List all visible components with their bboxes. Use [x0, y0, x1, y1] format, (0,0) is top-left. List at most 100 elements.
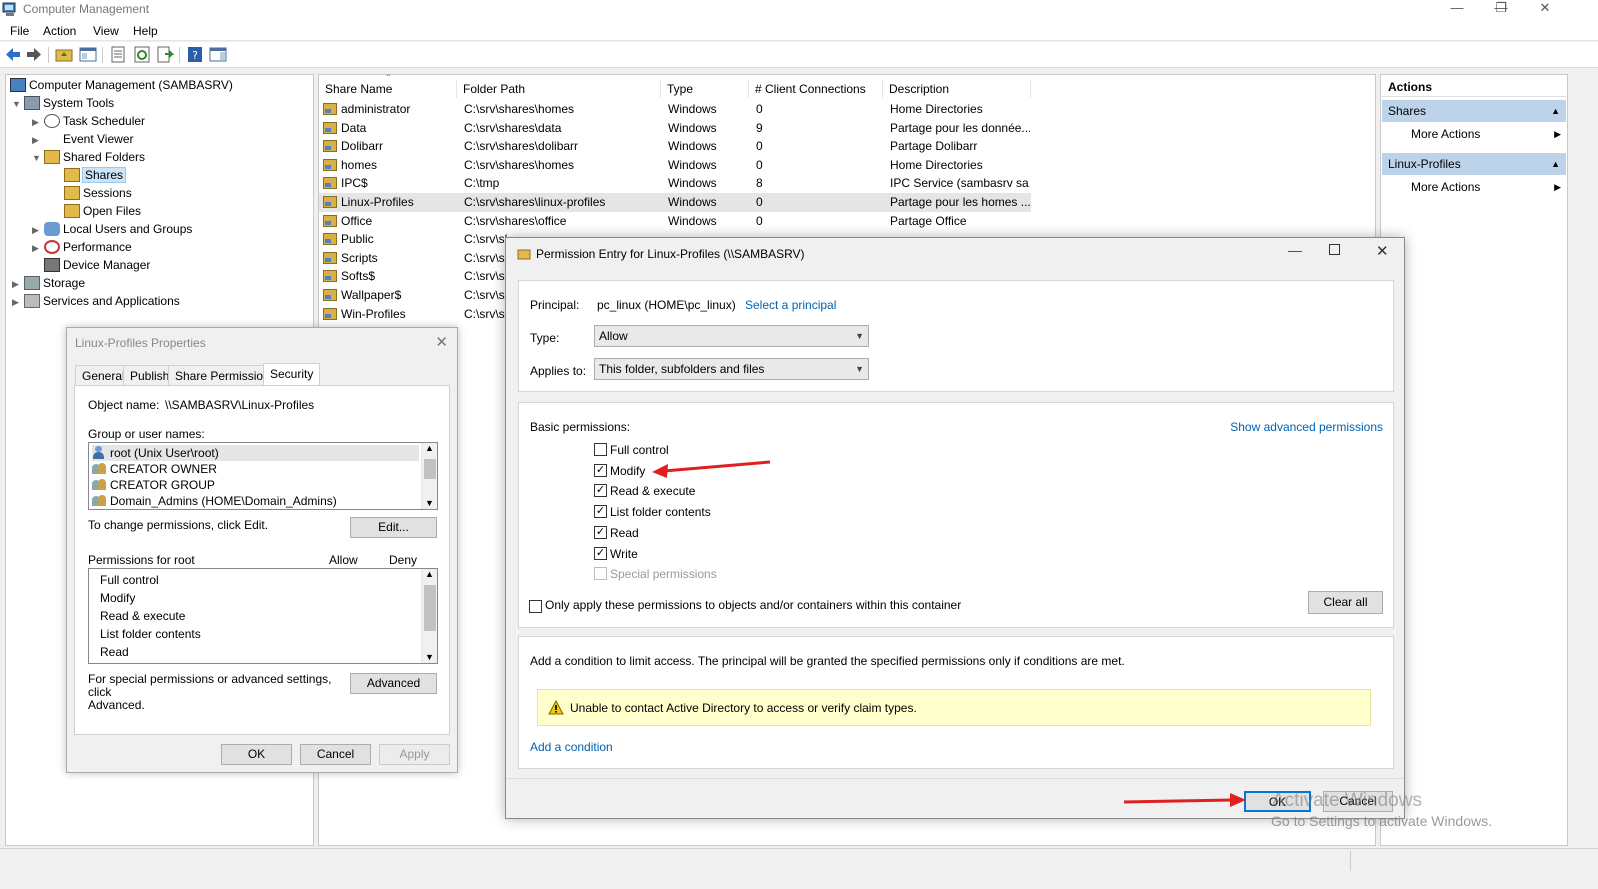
tree-item-open-files[interactable]: Open Files [64, 202, 141, 220]
scroll-up-icon[interactable]: ▲ [425, 569, 434, 579]
scroll-thumb[interactable] [424, 459, 436, 479]
scroll-thumb[interactable] [424, 585, 436, 631]
show-hide-tree-icon[interactable] [79, 46, 97, 63]
special-text-line2: Advanced. [88, 698, 145, 712]
tree-item-shares[interactable]: Shares [64, 166, 127, 184]
scrollbar[interactable]: ▲ ▼ [421, 443, 437, 509]
column-header-share-name[interactable]: Share Name [319, 80, 457, 98]
cell-text: homes [341, 157, 378, 172]
permission-checkbox[interactable]: ✓ [594, 525, 607, 539]
apply-button[interactable]: Apply [379, 744, 450, 765]
scroll-down-icon[interactable]: ▼ [425, 498, 434, 508]
annotation-arrow-modify-icon [652, 460, 771, 478]
permission-checkbox[interactable]: ✓ [594, 484, 607, 498]
menu-help[interactable]: Help [133, 24, 158, 38]
tree-item-performance[interactable]: ▶ Performance [32, 238, 132, 256]
chevron-right-icon[interactable]: ▶ [12, 293, 24, 311]
up-folder-icon[interactable] [55, 46, 73, 63]
chevron-right-icon[interactable]: ▶ [32, 221, 44, 239]
forward-icon[interactable] [25, 46, 43, 63]
select-principal-link[interactable]: Select a principal [745, 298, 836, 312]
chevron-right-icon[interactable]: ▶ [32, 113, 44, 131]
refresh-icon[interactable] [133, 46, 151, 63]
tree-item-label: Computer Management (SAMBASRV) [29, 78, 233, 92]
tree-item-system-tools[interactable]: ▼ System Tools [12, 94, 114, 112]
list-item[interactable]: CREATOR OWNER [92, 461, 217, 477]
properties-icon[interactable] [109, 46, 127, 63]
menu-view[interactable]: View [93, 24, 119, 38]
warning-icon [548, 700, 564, 715]
cancel-button[interactable]: Cancel [300, 744, 371, 765]
list-item[interactable]: Domain_Admins (HOME\Domain_Admins) [92, 493, 337, 509]
table-row[interactable]: Office C:\srv\shares\office Windows 0 Partag… [319, 212, 1031, 231]
add-condition-link[interactable]: Add a condition [530, 740, 613, 754]
advanced-button[interactable]: Advanced [350, 673, 437, 694]
back-icon[interactable] [4, 46, 22, 63]
tree-item-task-scheduler[interactable]: ▶ Task Scheduler [32, 112, 145, 130]
scroll-up-icon[interactable]: ▲ [425, 443, 434, 453]
column-header-description[interactable]: Description [883, 80, 1031, 98]
export-list-icon[interactable] [156, 46, 174, 63]
collapse-up-icon[interactable]: ▲ [1551, 153, 1560, 175]
close-icon[interactable]: ✕ [435, 333, 448, 351]
column-header-folder-path[interactable]: Folder Path [457, 80, 661, 98]
type-select[interactable]: Allow ▼ [594, 325, 869, 347]
menu-action[interactable]: Action [43, 24, 76, 38]
user-listbox[interactable]: root (Unix User\root) CREATOR OWNER CREA… [88, 442, 438, 510]
maximize-icon[interactable] [1329, 244, 1340, 255]
scrollbar[interactable]: ▲ ▼ [421, 569, 437, 663]
chevron-right-icon[interactable]: ▶ [12, 275, 24, 293]
table-row[interactable]: Dolibarr C:\srv\shares\dolibarr Windows 0 Pa… [319, 137, 1031, 156]
more-actions-label: More Actions [1411, 180, 1481, 194]
basic-permissions-label: Basic permissions: [530, 420, 631, 434]
menu-file[interactable]: File [10, 24, 29, 38]
minimize-window-button[interactable]: — [1434, 0, 1480, 20]
actions-section-shares[interactable]: Shares ▲ [1382, 100, 1566, 122]
actions-section-linux-profiles[interactable]: Linux-Profiles ▲ [1382, 153, 1566, 175]
collapse-up-icon[interactable]: ▲ [1551, 100, 1560, 122]
actions-more-actions[interactable]: More Actions ▶ [1411, 176, 1561, 198]
users-icon [44, 222, 60, 236]
list-item[interactable]: root (Unix User\root) [92, 445, 419, 461]
tree-item-root[interactable]: Computer Management (SAMBASRV) [10, 76, 233, 94]
close-icon[interactable]: ✕ [1376, 242, 1389, 260]
restore-window-button[interactable]: ❐ [1478, 0, 1524, 20]
table-row[interactable]: administrator C:\srv\shares\homes Windows 0… [319, 100, 1031, 119]
tree-item-storage[interactable]: ▶ Storage [12, 274, 85, 292]
edit-button[interactable]: Edit... [350, 517, 437, 538]
help-icon[interactable]: ? [186, 46, 204, 63]
list-item[interactable]: CREATOR GROUP [92, 477, 215, 493]
minimize-icon[interactable]: — [1288, 242, 1302, 258]
action-pane-icon[interactable] [209, 46, 227, 63]
chevron-down-icon[interactable]: ▼ [32, 149, 44, 167]
permission-checkbox[interactable]: ✓ [594, 463, 607, 477]
tree-item-sessions[interactable]: Sessions [64, 184, 132, 202]
chevron-right-icon[interactable]: ▶ [32, 239, 44, 257]
ok-button[interactable]: OK [221, 744, 292, 765]
tree-item-event-viewer[interactable]: ▶ Event Viewer [32, 130, 133, 148]
table-row[interactable]: IPC$ C:\tmp Windows 8 IPC Service (sambasrv … [319, 174, 1031, 193]
table-row[interactable]: homes C:\srv\shares\homes Windows 0 Home Dir… [319, 156, 1031, 175]
permission-checkbox[interactable] [594, 443, 607, 456]
show-advanced-permissions-link[interactable]: Show advanced permissions [1230, 420, 1383, 434]
close-window-button[interactable]: ✕ [1522, 0, 1568, 20]
chevron-right-icon[interactable]: ▶ [32, 131, 44, 149]
chevron-down-icon[interactable]: ▼ [12, 95, 24, 113]
tab-security[interactable]: Security [263, 363, 321, 386]
tree-item-services[interactable]: ▶ Services and Applications [12, 292, 180, 310]
tree-item-device-manager[interactable]: Device Manager [44, 256, 150, 274]
permission-checkbox[interactable]: ✓ [594, 546, 607, 560]
clear-all-button[interactable]: Clear all [1308, 591, 1383, 614]
tree-item-local-users[interactable]: ▶ Local Users and Groups [32, 220, 192, 238]
tree-item-shared-folders[interactable]: ▼ Shared Folders [32, 148, 145, 166]
column-header-connections[interactable]: # Client Connections [749, 80, 883, 98]
only-apply-checkbox[interactable] [529, 600, 542, 613]
applies-to-select[interactable]: This folder, subfolders and files ▼ [594, 358, 869, 380]
table-row[interactable]: Linux-Profiles C:\srv\shares\linux-profil… [319, 193, 1031, 212]
permission-checkbox-label: Special permissions [610, 567, 717, 582]
actions-more-actions[interactable]: More Actions ▶ [1411, 123, 1561, 145]
table-row[interactable]: Data C:\srv\shares\data Windows 9 Partage po… [319, 119, 1031, 138]
permission-checkbox[interactable]: ✓ [594, 505, 607, 519]
column-header-type[interactable]: Type [661, 80, 749, 98]
scroll-down-icon[interactable]: ▼ [425, 652, 434, 662]
